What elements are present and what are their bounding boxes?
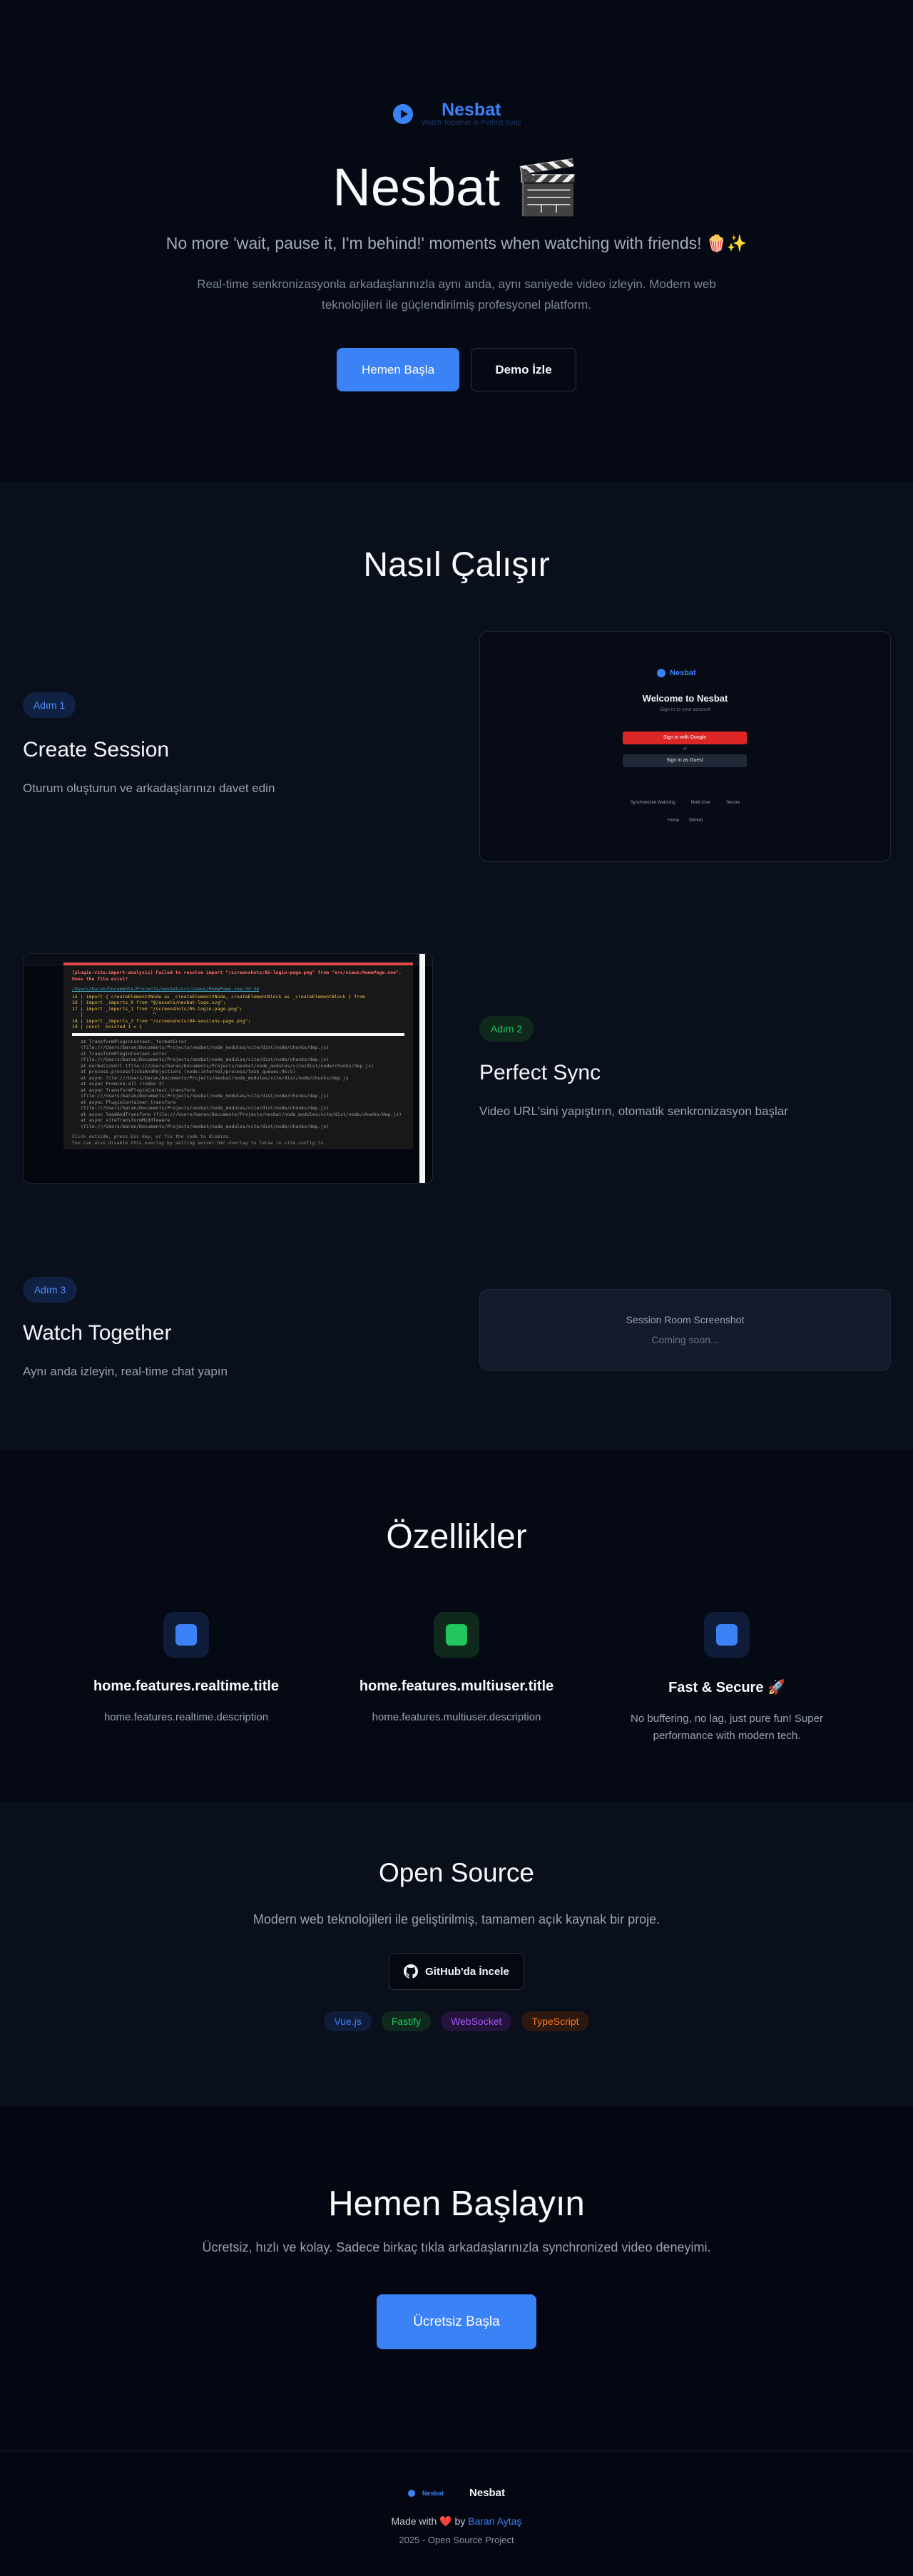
free-start-button[interactable]: Ücretsiz Başla xyxy=(377,2294,536,2349)
github-button[interactable]: GitHub'da İncele xyxy=(389,1953,524,1990)
github-button-label: GitHub'da İncele xyxy=(425,1965,509,1978)
login-link-github: GitHub xyxy=(689,819,703,823)
step-2-title: Perfect Sync xyxy=(479,1061,601,1084)
feature-title: home.features.realtime.title xyxy=(93,1678,280,1694)
footer-copyright: 2025 - Open Source Project xyxy=(399,2535,514,2545)
open-source-title: Open Source xyxy=(378,1858,535,1887)
features-title: Özellikler xyxy=(386,1518,527,1556)
hero-title: Nesbat 🎬 xyxy=(332,158,581,217)
cta-title: Hemen Başlayın xyxy=(328,2185,585,2223)
login-links: Home GitHub xyxy=(480,819,890,823)
brand-logo-icon xyxy=(393,104,413,124)
step-1-badge: Adım 1 xyxy=(23,692,76,718)
error-overlay-screenshot: [plugin:vite:import-analysis] Failed to … xyxy=(23,953,433,1184)
session-placeholder-title: Session Room Screenshot xyxy=(626,1314,745,1325)
cta-description: Ücretsiz, hızlı ve kolay. Sadece birkaç … xyxy=(202,2240,711,2254)
feature-title: Fast & Secure 🚀 xyxy=(668,1680,785,1695)
how-title: Nasıl Çalışır xyxy=(363,546,550,584)
login-link-home: Home xyxy=(668,819,680,823)
step-2-description: Video URL'sini yapıştırın, otomatik senk… xyxy=(479,1104,788,1118)
footer-small-brand: Nesbat xyxy=(422,2489,444,2497)
login-features: Synchronized Watching Multi-User Secure xyxy=(480,801,890,805)
login-feature: Secure xyxy=(726,801,740,805)
demo-button[interactable]: Demo İzle xyxy=(471,348,576,391)
session-placeholder-subtitle: Coming soon... xyxy=(651,1334,719,1345)
step-2-badge: Adım 2 xyxy=(479,1016,534,1042)
error-footer: Click outside, press Esc key, or fix the… xyxy=(72,1134,327,1146)
hero-brand: Nesbat Watch Together in Perfect Sync xyxy=(393,101,521,128)
tag-websocket: WebSocket xyxy=(441,2011,512,2031)
footer-made-with: Made with ❤️ by Baran Aytaş xyxy=(391,2515,522,2527)
brand-tagline: Watch Together in Perfect Sync xyxy=(422,119,521,127)
tag-vuejs: Vue.js xyxy=(324,2011,372,2031)
error-file: /Users/baran/Documents/Projects/nesbat/s… xyxy=(72,986,260,992)
tag-fastify: Fastify xyxy=(381,2011,432,2031)
footer-brand-name: Nesbat xyxy=(469,2487,506,2499)
features-section: Özellikler home.features.realtime.title … xyxy=(0,1450,913,1802)
step-3-title: Watch Together xyxy=(23,1321,172,1345)
footer: Nesbat Nesbat Made with ❤️ by Baran Ayta… xyxy=(0,2451,913,2576)
step-1-title: Create Session xyxy=(23,738,170,761)
realtime-icon xyxy=(163,1612,209,1658)
footer-logo-icon xyxy=(407,2489,415,2497)
login-welcome: Welcome to Nesbat xyxy=(642,693,728,704)
login-feature: Synchronized Watching xyxy=(630,801,675,805)
feature-description: home.features.multiuser.description xyxy=(372,1711,541,1723)
feature-card: Fast & Secure 🚀 No buffering, no lag, ju… xyxy=(620,1612,834,1745)
tech-tags: Vue.js Fastify WebSocket TypeScript xyxy=(0,2011,913,2031)
author-link[interactable]: Baran Aytaş xyxy=(468,2515,521,2527)
error-title: [plugin:vite:import-analysis] Failed to … xyxy=(72,970,402,982)
hero-subtitle: No more 'wait, pause it, I'm behind!' mo… xyxy=(165,234,748,252)
feature-title: home.features.multiuser.title xyxy=(359,1678,554,1694)
login-logo-icon xyxy=(657,669,665,677)
login-or: or xyxy=(683,747,688,751)
open-source-description: Modern web teknolojileri ile geliştirilm… xyxy=(253,1912,660,1926)
feature-description: home.features.realtime.description xyxy=(103,1711,269,1723)
hero-section: Nesbat Watch Together in Perfect Sync Ne… xyxy=(0,0,913,483)
feature-card: home.features.realtime.title home.featur… xyxy=(79,1612,293,1726)
error-stack: at TransformPluginContext._formatError (… xyxy=(81,1038,402,1129)
multiuser-icon xyxy=(434,1612,479,1658)
step-1-description: Oturum oluşturun ve arkadaşlarınızı dave… xyxy=(23,781,275,795)
open-source-section: Open Source Modern web teknolojileri ile… xyxy=(0,1802,913,2106)
error-code: 15 | import { createElementVNode as _cre… xyxy=(72,993,365,1030)
login-signin-text: Sign in to your account xyxy=(659,707,711,712)
session-room-placeholder: Session Room Screenshot Coming soon... xyxy=(479,1289,891,1371)
security-icon xyxy=(704,1612,750,1658)
how-it-works-section: Nasıl Çalışır Adım 1 Create Session Otur… xyxy=(0,483,913,1450)
login-screenshot: Nesbat Welcome to Nesbat Sign in to your… xyxy=(479,631,891,862)
footer-brand: Nesbat Nesbat xyxy=(0,2487,913,2499)
feature-description: No buffering, no lag, just pure fun! Sup… xyxy=(631,1713,823,1742)
github-icon xyxy=(404,1964,419,1979)
guest-signin-button: Sign in as Guest xyxy=(623,754,747,767)
cta-section: Hemen Başlayın Ücretsiz, hızlı ve kolay.… xyxy=(0,2106,913,2451)
tag-typescript: TypeScript xyxy=(521,2011,589,2031)
heart-icon: ❤️ xyxy=(439,2515,452,2527)
login-brand: Nesbat xyxy=(670,669,696,677)
hero-description: Real-time senkronizasyonla arkadaşlarını… xyxy=(197,277,716,312)
google-signin-button: Sign in with Google xyxy=(623,732,747,744)
step-3-description: Aynı anda izleyin, real-time chat yapın xyxy=(23,1365,228,1378)
brand-name: Nesbat xyxy=(442,100,501,120)
start-button[interactable]: Hemen Başla xyxy=(337,348,459,391)
feature-card: home.features.multiuser.title home.featu… xyxy=(350,1612,563,1726)
login-feature: Multi-User xyxy=(690,801,711,805)
step-3-badge: Adım 3 xyxy=(23,1277,77,1303)
